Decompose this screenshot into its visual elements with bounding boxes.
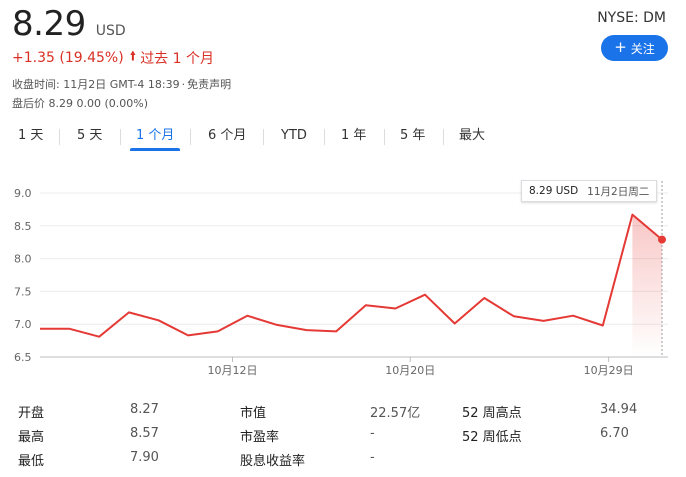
stat-mktcap-label: 市值	[240, 406, 267, 421]
stat-52w-low-value: 6.70	[600, 426, 629, 441]
currency-label: USD	[95, 23, 126, 39]
chart-tooltip: 8.29 USD 11月2日周二	[521, 180, 658, 202]
tab-separator	[190, 129, 191, 145]
exchange-ticker: NYSE: DM	[597, 10, 666, 26]
stat-low-label: 最低	[18, 454, 45, 469]
close-time-row: 收盘时间: 11月2日 GMT-4 18:39 · 免责声明	[12, 78, 232, 91]
price-header: 8.29 USD	[12, 4, 126, 44]
change-period: 过去 1 个月	[140, 51, 214, 67]
close-time: 收盘时间: 11月2日 GMT-4 18:39	[12, 78, 180, 91]
stat-pe-label: 市盈率	[240, 430, 280, 445]
y-tick-label: 6.5	[14, 351, 32, 364]
stat-mktcap-value: 22.57亿	[370, 406, 421, 421]
stat-open-value: 8.27	[130, 402, 159, 417]
tab-5y[interactable]: 5 年	[400, 126, 425, 148]
tab-6m[interactable]: 6 个月	[208, 126, 246, 148]
arrow-up-icon: 🠙	[129, 49, 137, 64]
x-tick-label: 10月12日	[208, 364, 258, 377]
hover-point	[658, 235, 666, 244]
change-value: +1.35 (19.45%)	[12, 50, 124, 66]
y-tick-label: 7.0	[14, 318, 32, 331]
disclaimer-link[interactable]: 免责声明	[187, 78, 231, 91]
tab-1m[interactable]: 1 个月	[136, 126, 174, 148]
tab-5d[interactable]: 5 天	[77, 126, 102, 148]
stat-high-label: 最高	[18, 430, 45, 445]
tab-active-underline	[130, 148, 180, 151]
stat-dividend-label: 股息收益率	[240, 454, 306, 469]
after-hours-price: 盘后价 8.29 0.00 (0.00%)	[12, 97, 149, 110]
stat-high-value: 8.57	[130, 426, 159, 441]
tab-max[interactable]: 最大	[459, 126, 485, 148]
plus-icon: +	[614, 38, 627, 56]
y-tick-label: 9.0	[14, 187, 32, 200]
tab-1d[interactable]: 1 天	[18, 126, 43, 148]
price-change: +1.35 (19.45%) 🠙 过去 1 个月	[12, 47, 214, 69]
price-line	[40, 213, 663, 338]
tab-separator	[59, 129, 60, 145]
stat-52w-high-label: 52 周高点	[462, 406, 522, 421]
stat-open-label: 开盘	[18, 406, 45, 421]
tab-separator	[263, 129, 264, 145]
follow-label: 关注	[630, 41, 655, 56]
stat-dividend-value: -	[370, 450, 375, 465]
stat-low-value: 7.90	[130, 450, 159, 465]
follow-button[interactable]: + 关注	[601, 35, 668, 61]
y-tick-label: 8.5	[14, 220, 32, 233]
stat-52w-low-label: 52 周低点	[462, 430, 522, 445]
tab-separator	[120, 129, 121, 145]
tooltip-value: 8.29 USD	[529, 185, 579, 197]
stat-pe-value: -	[370, 426, 375, 441]
x-tick-label: 10月20日	[385, 364, 435, 377]
tab-separator	[324, 129, 325, 145]
tab-separator	[443, 129, 444, 145]
tab-1y[interactable]: 1 年	[341, 126, 366, 148]
tab-separator	[384, 129, 385, 145]
range-tabs: 1 天 5 天 1 个月 6 个月 YTD 1 年 5 年 最大	[0, 126, 686, 154]
stat-52w-high-value: 34.94	[600, 402, 638, 417]
y-tick-label: 8.0	[14, 253, 32, 266]
tooltip-date: 11月2日周二	[587, 185, 650, 198]
y-tick-label: 7.5	[14, 285, 32, 298]
tab-ytd[interactable]: YTD	[281, 126, 307, 148]
current-price: 8.29	[12, 4, 86, 44]
x-tick-label: 10月29日	[584, 364, 634, 377]
